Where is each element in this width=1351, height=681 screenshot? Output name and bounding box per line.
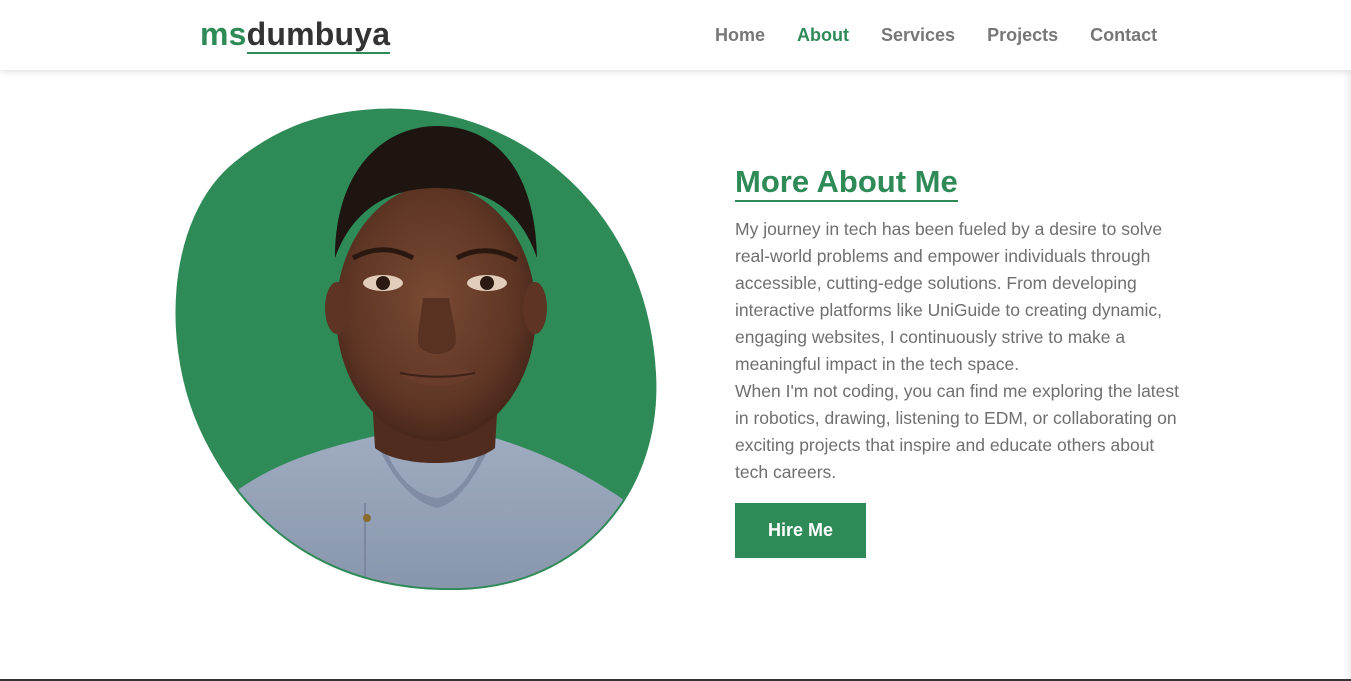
navbar: msdumbuya Home About Services Projects C… xyxy=(0,0,1351,70)
nav-item-services[interactable]: Services xyxy=(881,22,955,48)
about-title: More About Me xyxy=(735,164,958,202)
about-section: More About Me My journey in tech has bee… xyxy=(735,164,1185,558)
page-edge-shadow xyxy=(1343,70,1351,681)
nav-item-home[interactable]: Home xyxy=(715,22,765,48)
logo-part-dumbuya: dumbuya xyxy=(246,16,391,54)
site-logo[interactable]: msdumbuya xyxy=(200,14,391,54)
page: msdumbuya Home About Services Projects C… xyxy=(0,0,1351,681)
logo-part-ms: ms xyxy=(200,16,247,52)
profile-portrait-icon xyxy=(175,108,657,590)
about-paragraph-1: My journey in tech has been fueled by a … xyxy=(735,219,1163,374)
profile-photo xyxy=(175,108,657,590)
nav-item-projects[interactable]: Projects xyxy=(987,22,1058,48)
nav-menu: Home About Services Projects Contact xyxy=(715,22,1189,48)
nav-item-contact[interactable]: Contact xyxy=(1090,22,1157,48)
nav-item-about[interactable]: About xyxy=(797,22,849,48)
about-paragraph-2: When I'm not coding, you can find me exp… xyxy=(735,381,1180,482)
hire-me-button[interactable]: Hire Me xyxy=(735,503,866,558)
